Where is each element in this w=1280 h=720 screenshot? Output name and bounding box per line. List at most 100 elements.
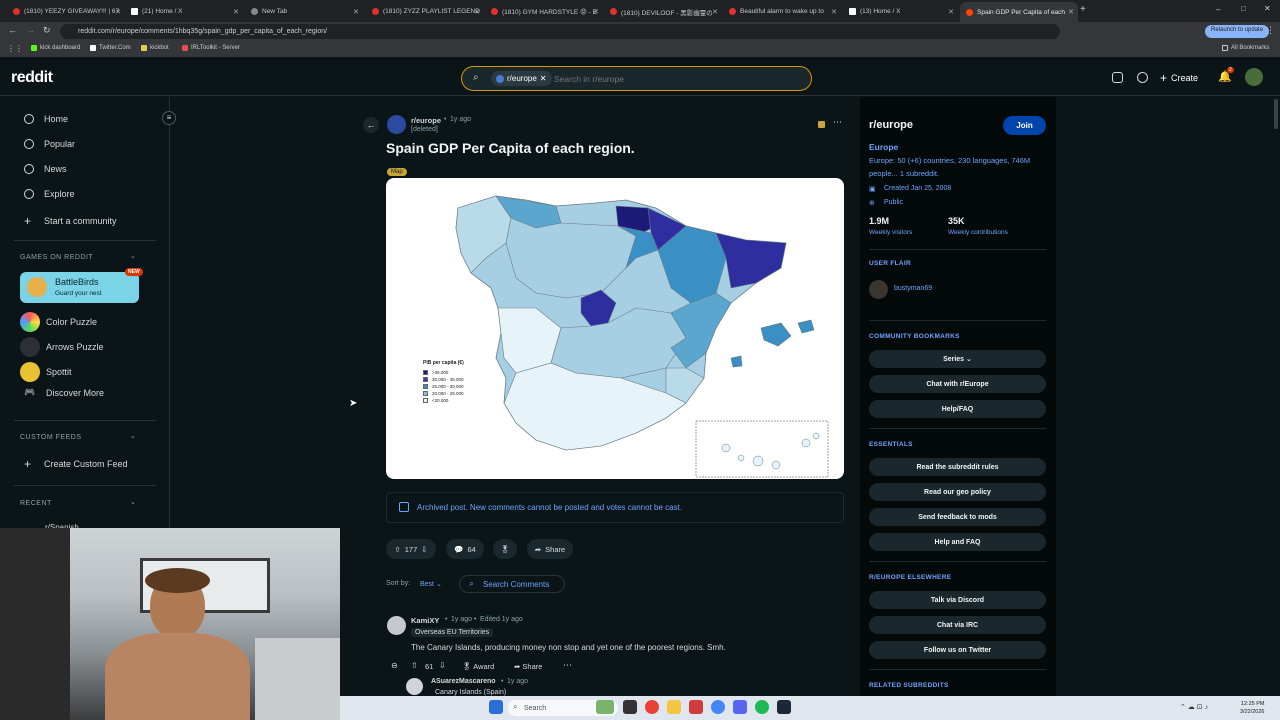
browser-tab[interactable]: (21) Home / X ✕	[125, 3, 243, 20]
relaunch-button[interactable]: Relaunch to update	[1205, 25, 1270, 38]
search-comments-button[interactable]: ⌕ Search Comments	[459, 575, 565, 593]
chevron-down-icon[interactable]: ⌄	[130, 432, 136, 440]
discord-icon[interactable]	[733, 700, 747, 714]
geo-policy-button[interactable]: Read our geo policy	[869, 483, 1046, 501]
bookmark-series-button[interactable]: Series ⌄	[869, 350, 1046, 368]
comment-avatar[interactable]	[406, 678, 423, 695]
nav-news[interactable]: News	[24, 164, 67, 174]
chrome-alt-icon[interactable]	[711, 700, 725, 714]
downvote-icon[interactable]: ⇩	[421, 545, 427, 554]
browser-tab[interactable]: Spain GDP Per Capita of each ✕	[960, 2, 1078, 22]
browser-tab[interactable]: (1810) DEVILOOF - 黑影幽霊の ✕	[604, 3, 722, 20]
browser-tab[interactable]: (1810) GYM HARDSTYLE 😡 - E ✕	[485, 3, 603, 20]
widget-icon[interactable]	[596, 700, 614, 714]
tab-close-icon[interactable]: ✕	[948, 8, 954, 16]
comment-award-button[interactable]: 🎖 Award	[462, 662, 494, 671]
create-button[interactable]: + Create	[1160, 71, 1198, 85]
search-input[interactable]	[554, 72, 794, 86]
create-custom-feed[interactable]: + Create Custom Feed	[24, 457, 128, 471]
menu-icon[interactable]: ⋮	[1266, 25, 1275, 36]
tab-close-icon[interactable]: ✕	[1068, 8, 1074, 16]
tab-close-icon[interactable]: ✕	[115, 8, 121, 16]
tab-close-icon[interactable]: ✕	[474, 8, 480, 16]
chrome-icon[interactable]	[645, 700, 659, 714]
avatar[interactable]	[1245, 68, 1263, 86]
browser-tab[interactable]: (13) Home / X ✕	[843, 3, 958, 20]
scrollbar-thumb[interactable]	[1274, 99, 1278, 129]
subreddit-link[interactable]: r/europe	[411, 116, 441, 125]
minimize-icon[interactable]: –	[1216, 5, 1220, 14]
game-arrows-puzzle[interactable]: Arrows Puzzle	[20, 337, 104, 357]
join-button[interactable]: Join	[1003, 116, 1046, 135]
tab-close-icon[interactable]: ✕	[353, 8, 359, 16]
vote-pill[interactable]: ⇧ 177 ⇩	[386, 539, 436, 559]
bookmark-kick-dashboard[interactable]: kick dashboard	[31, 45, 80, 51]
taskbar-clock[interactable]: 12:25 PM 3/22/2026	[1240, 700, 1264, 716]
battlebirds-card[interactable]: BattleBirds Guard your nest	[20, 272, 139, 303]
bookmark-kickbot[interactable]: kickbot	[141, 45, 169, 51]
chevron-down-icon[interactable]: ⌄	[130, 498, 136, 506]
user-flair-name[interactable]: bustyman69	[894, 285, 932, 292]
feedback-button[interactable]: Send feedback to mods	[869, 508, 1046, 526]
tab-close-icon[interactable]: ✕	[831, 8, 837, 16]
upvote-icon[interactable]: ⇧	[411, 661, 418, 670]
help-and-faq-button[interactable]: Help and FAQ	[869, 533, 1046, 551]
search-bar[interactable]: ⌕ r/europe ✕	[461, 66, 812, 91]
chevron-down-icon[interactable]: ⌄	[130, 252, 136, 260]
sort-dropdown[interactable]: Best ⌄	[420, 580, 442, 588]
nav-explore[interactable]: Explore	[24, 189, 75, 199]
comment-share-button[interactable]: ➦ Share	[514, 662, 542, 671]
more-options-icon[interactable]: ⋯	[563, 660, 572, 671]
steam-icon[interactable]	[777, 700, 791, 714]
nav-start-community[interactable]: + Start a community	[24, 214, 117, 228]
bookmark-twitter[interactable]: Twitter.Com	[90, 45, 131, 51]
browser-tab[interactable]: (1810) YEEZY GIVEAWAY!!! | 67 ✕	[7, 3, 125, 20]
bookmark-irltoolkit[interactable]: IRLToolkit - Server	[182, 45, 240, 51]
collapse-thread-icon[interactable]: ⊖	[391, 661, 398, 670]
tray-icons[interactable]: ⌃ ☁ ⊡ ♪	[1180, 703, 1208, 711]
post-image-map[interactable]: PIB per capita (€) >35.000 30.000 - 35.00…	[386, 178, 844, 479]
apps-icon[interactable]: ⋮⋮	[7, 44, 23, 53]
all-bookmarks[interactable]: All Bookmarks	[1222, 45, 1269, 51]
comment-author[interactable]: ASuarezMascareno	[431, 678, 496, 685]
new-tab-button[interactable]: +	[1080, 4, 1086, 15]
chat-button[interactable]: Chat with r/Europe	[869, 375, 1046, 393]
downvote-icon[interactable]: ⇩	[439, 661, 446, 670]
discover-more[interactable]: 🎮 Discover More	[20, 387, 104, 398]
help-faq-button[interactable]: Help/FAQ	[869, 400, 1046, 418]
award-button[interactable]: 🎖	[493, 539, 517, 559]
discord-button[interactable]: Talk via Discord	[869, 591, 1046, 609]
reload-icon[interactable]: ↻	[43, 25, 51, 36]
maximize-icon[interactable]: □	[1241, 4, 1246, 13]
browser-tab[interactable]: New Tab ✕	[245, 3, 363, 20]
nav-popular[interactable]: Popular	[24, 139, 75, 149]
irc-button[interactable]: Chat via IRC	[869, 616, 1046, 634]
back-button[interactable]: ←	[363, 117, 379, 133]
forward-icon[interactable]: →	[26, 25, 35, 35]
app-icon[interactable]	[689, 700, 703, 714]
comments-button[interactable]: 💬 64	[446, 539, 484, 559]
page-scrollbar[interactable]	[1272, 97, 1280, 696]
share-button[interactable]: ➦ Share	[527, 539, 573, 559]
start-icon[interactable]	[489, 700, 503, 714]
twitter-button[interactable]: Follow us on Twitter	[869, 641, 1046, 659]
tab-close-icon[interactable]: ✕	[593, 8, 599, 16]
search-scope-chip[interactable]: r/europe ✕	[491, 71, 552, 86]
nav-home[interactable]: Home	[24, 114, 68, 124]
url-field[interactable]: reddit.com/r/europe/comments/1hbq35g/spa…	[60, 24, 1060, 39]
close-window-icon[interactable]: ✕	[1264, 4, 1271, 13]
more-options-icon[interactable]: ⋯	[833, 117, 842, 128]
advertise-icon[interactable]	[1112, 72, 1123, 83]
collapse-sidebar-icon[interactable]: ≡	[162, 111, 176, 125]
comment-avatar[interactable]	[387, 616, 406, 635]
explorer-icon[interactable]	[667, 700, 681, 714]
subreddit-icon[interactable]	[387, 115, 406, 134]
chip-close-icon[interactable]: ✕	[540, 74, 547, 83]
browser-tab[interactable]: Beautiful alarm to wake up to ✕	[723, 3, 841, 20]
comment-author[interactable]: KamiXY	[411, 616, 439, 625]
tab-close-icon[interactable]: ✕	[712, 8, 718, 16]
rules-button[interactable]: Read the subreddit rules	[869, 458, 1046, 476]
game-spottit[interactable]: Spottit	[20, 362, 72, 382]
back-icon[interactable]: ←	[8, 25, 17, 35]
post-flair[interactable]: Map	[387, 168, 407, 176]
